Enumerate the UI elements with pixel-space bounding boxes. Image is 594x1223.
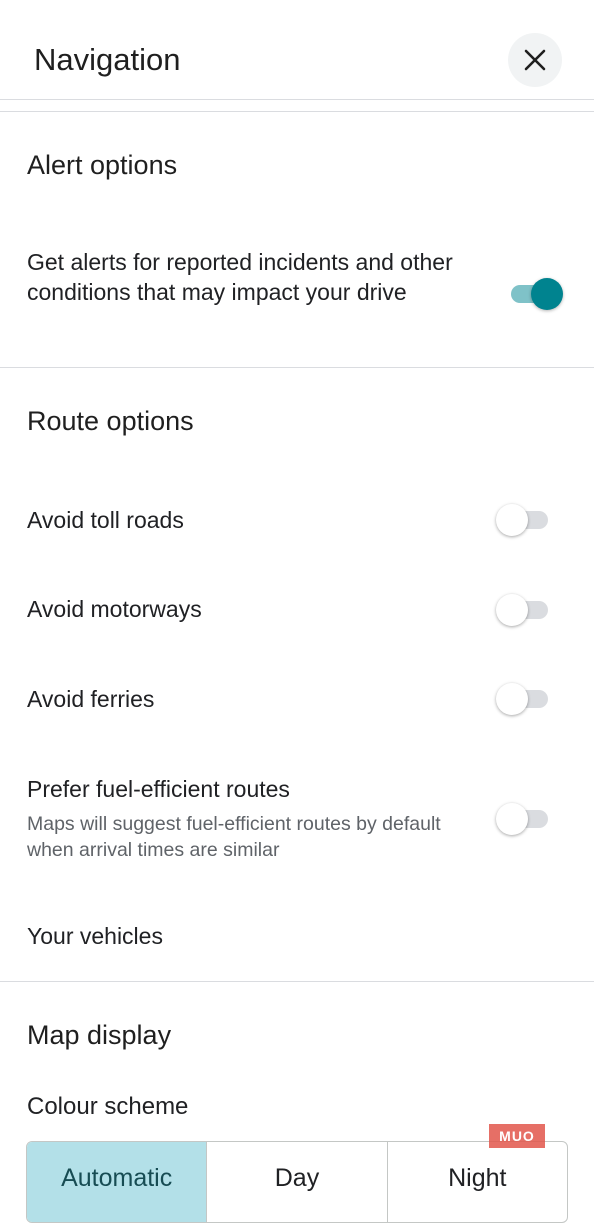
colour-scheme-day[interactable]: Day <box>207 1142 388 1222</box>
fuel-efficient-routes-toggle[interactable] <box>496 799 556 839</box>
colour-scheme-automatic[interactable]: Automatic <box>27 1142 208 1222</box>
avoid-toll-roads-label: Avoid toll roads <box>27 507 184 533</box>
incident-alerts-label: Get alerts for reported incidents and ot… <box>27 249 453 305</box>
alert-options-title: Alert options <box>27 150 178 180</box>
toggle-thumb <box>496 594 528 626</box>
close-icon <box>524 49 546 71</box>
your-vehicles-link[interactable]: Your vehicles <box>27 921 163 951</box>
close-button[interactable] <box>508 33 562 87</box>
avoid-toll-roads-toggle[interactable] <box>496 500 556 540</box>
avoid-ferries-label: Avoid ferries <box>27 686 155 712</box>
page-title: Navigation <box>34 42 181 77</box>
watermark-logo: MUO <box>489 1124 545 1148</box>
header-divider <box>0 99 594 100</box>
map-display-title: Map display <box>27 1020 172 1050</box>
toggle-thumb <box>496 803 528 835</box>
colour-scheme-label: Colour scheme <box>27 1093 189 1120</box>
header: Navigation <box>0 0 594 100</box>
fuel-efficient-routes-label: Prefer fuel-efficient routes <box>27 776 290 802</box>
fuel-efficient-routes-description: Maps will suggest fuel-efficient routes … <box>27 813 441 861</box>
section-divider <box>0 367 594 368</box>
avoid-motorways-toggle[interactable] <box>496 590 556 630</box>
section-divider <box>0 111 594 112</box>
toggle-thumb <box>496 683 528 715</box>
incident-alerts-toggle[interactable] <box>503 274 563 314</box>
toggle-thumb <box>531 278 563 310</box>
toggle-thumb <box>496 504 528 536</box>
route-options-title: Route options <box>27 406 194 436</box>
section-divider <box>0 981 594 982</box>
avoid-motorways-label: Avoid motorways <box>27 596 202 622</box>
colour-scheme-night[interactable]: Night <box>388 1142 567 1222</box>
avoid-ferries-toggle[interactable] <box>496 679 556 719</box>
colour-scheme-selector: Automatic Day Night <box>26 1141 568 1223</box>
